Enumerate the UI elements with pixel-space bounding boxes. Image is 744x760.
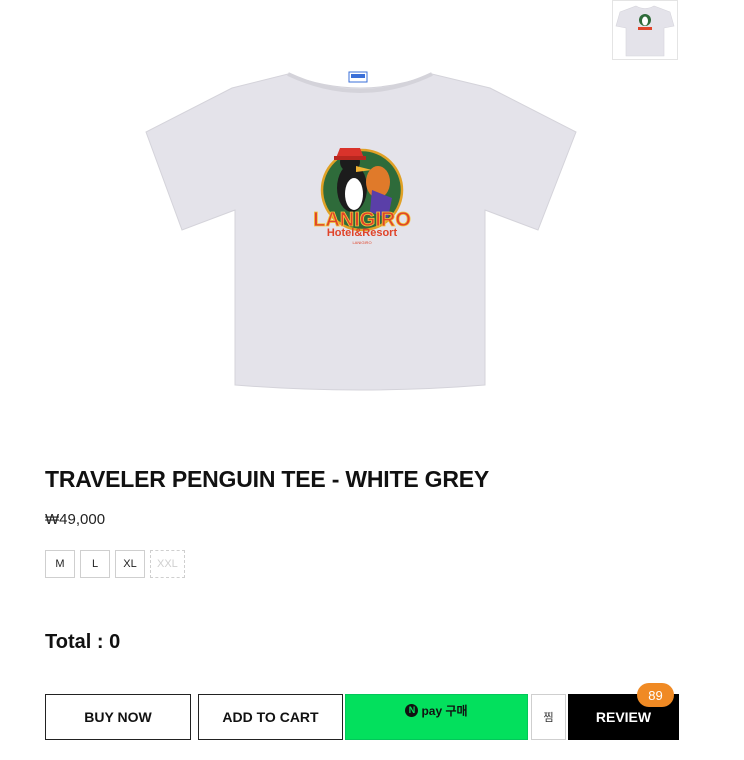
size-option-m[interactable]: M bbox=[45, 550, 75, 578]
naver-pay-icon: N bbox=[405, 703, 419, 717]
size-options: M L XL XXL bbox=[45, 550, 185, 578]
wishlist-button[interactable]: 찜 bbox=[531, 694, 566, 740]
add-to-cart-button[interactable]: ADD TO CART bbox=[198, 694, 343, 740]
total-price: Total : 0 bbox=[45, 631, 121, 653]
naver-pay-label: pay 구매 bbox=[421, 703, 468, 718]
product-thumbnail[interactable] bbox=[612, 0, 678, 60]
thumbnail-tshirt-image bbox=[615, 5, 675, 57]
product-price: ₩49,000 bbox=[45, 511, 106, 528]
product-title: TRAVELER PENGUIN TEE - WHITE GREY bbox=[45, 466, 490, 492]
size-option-xxl-soldout: XXL bbox=[150, 550, 185, 578]
svg-text:Hotel&Resort: Hotel&Resort bbox=[327, 227, 398, 239]
review-count-badge: 89 bbox=[637, 683, 674, 707]
svg-text:LANIGIRO: LANIGIRO bbox=[352, 240, 371, 245]
tshirt-illustration: LANIGIRO Hotel&Resort LANIGIRO bbox=[145, 71, 577, 391]
naver-pay-label-group: N pay 구매 bbox=[405, 702, 468, 719]
naver-pay-button[interactable]: N pay 구매 bbox=[345, 694, 528, 740]
size-option-xl[interactable]: XL bbox=[115, 550, 145, 578]
buy-now-button[interactable]: BUY NOW bbox=[45, 694, 191, 740]
size-option-l[interactable]: L bbox=[80, 550, 110, 578]
product-image: LANIGIRO Hotel&Resort LANIGIRO bbox=[140, 40, 585, 410]
